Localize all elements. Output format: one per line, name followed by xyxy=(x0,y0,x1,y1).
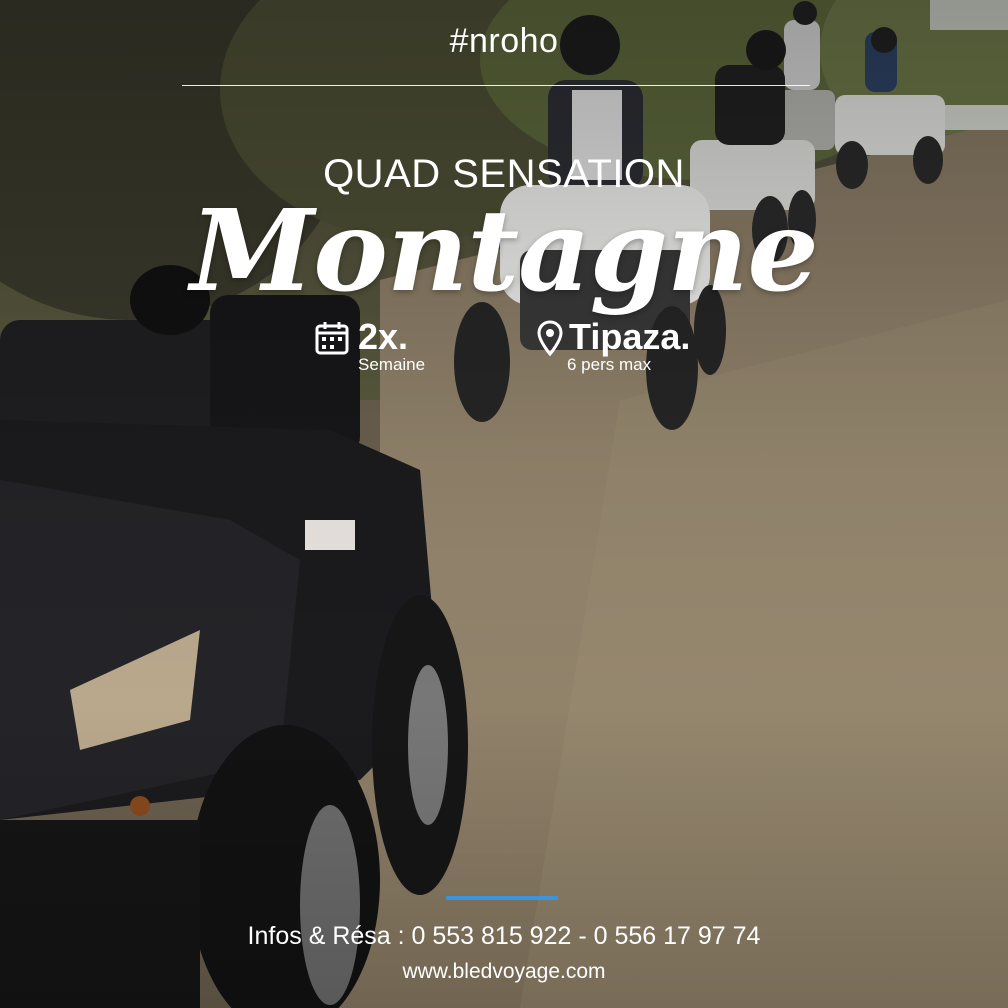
map-pin-icon xyxy=(537,320,563,356)
poster: #nroho QUAD SENSATION Montagne 2x. Semai… xyxy=(0,0,1008,1008)
hashtag: #nroho xyxy=(449,22,559,60)
top-divider xyxy=(182,85,810,86)
accent-bar xyxy=(446,896,558,900)
contact-info: Infos & Résa : 0 553 815 922 - 0 556 17 … xyxy=(247,922,761,950)
calendar-icon xyxy=(315,322,349,355)
website-link[interactable]: www.bledvoyage.com xyxy=(0,960,1008,984)
page-title: Montagne xyxy=(190,186,818,317)
frequency-info: 2x. Semaine xyxy=(314,318,425,374)
frequency-value: 2x. xyxy=(358,316,409,357)
frequency-label: Semaine xyxy=(358,355,426,374)
location-label: 6 pers max xyxy=(567,355,652,374)
location-info: Tipaza. 6 pers max xyxy=(537,318,690,374)
location-value: Tipaza. xyxy=(569,316,691,357)
